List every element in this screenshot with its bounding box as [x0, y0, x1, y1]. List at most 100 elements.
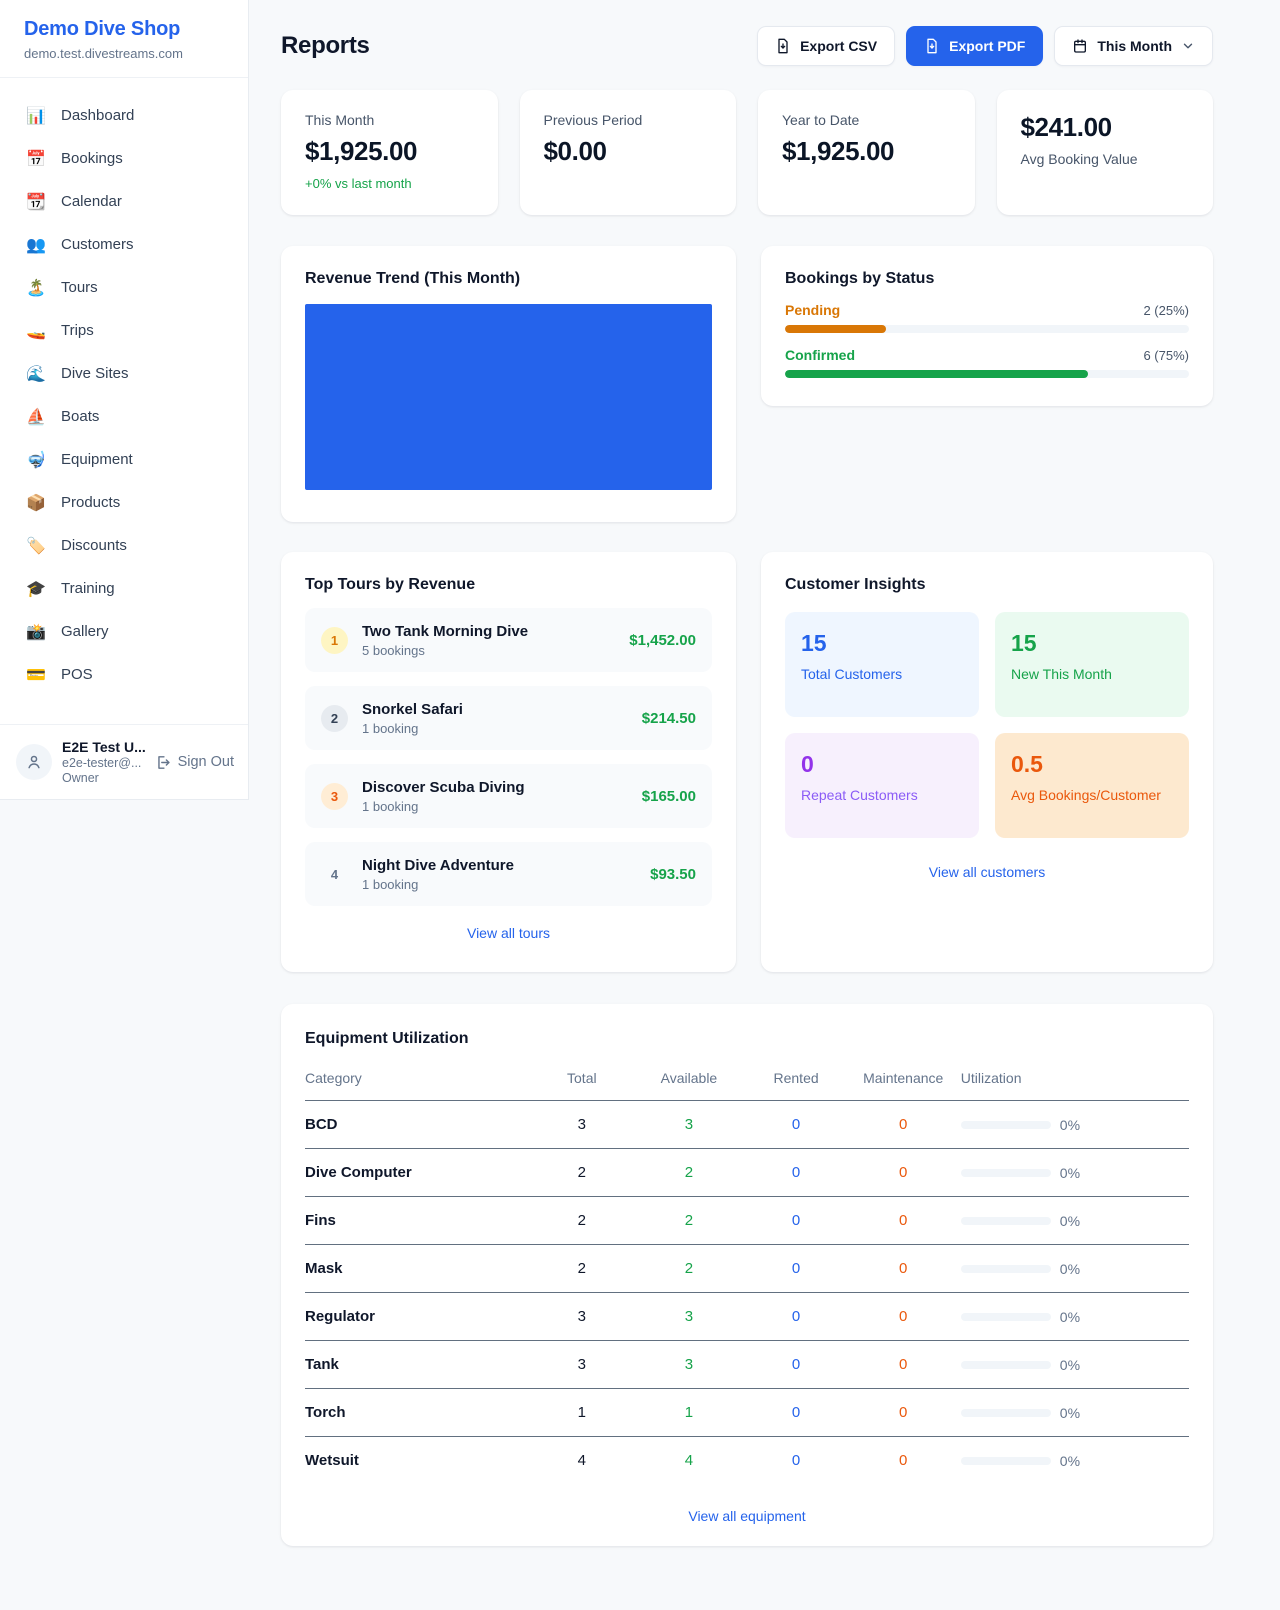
insights-tiles: 15 Total Customers 15 New This Month 0 R… [785, 612, 1189, 838]
cell-maintenance: 0 [850, 1389, 957, 1437]
column-header-maintenance: Maintenance [850, 1062, 957, 1101]
stat-label: Previous Period [544, 112, 713, 128]
cell-utilization: 0% [957, 1341, 1189, 1389]
status-bar-track [785, 370, 1189, 378]
tours-insights-row: Top Tours by Revenue 1 Two Tank Morning … [281, 552, 1213, 972]
utilization-bar [961, 1217, 1051, 1225]
stat-card-this-month: This Month $1,925.00 +0% vs last month [281, 90, 498, 215]
cell-category: BCD [305, 1101, 528, 1149]
sidebar-item-label: Gallery [61, 623, 109, 640]
cell-utilization: 0% [957, 1389, 1189, 1437]
table-row: Wetsuit 4 4 0 0 0% [305, 1437, 1189, 1485]
sidebar-item-gallery[interactable]: 📸 Gallery [0, 610, 248, 653]
column-header-category: Category [305, 1062, 528, 1101]
bookings-by-status-card: Bookings by Status Pending 2 (25%) Confi… [761, 246, 1213, 406]
user-email: e2e-tester@... [62, 756, 144, 770]
utilization-bar [961, 1265, 1051, 1273]
people-icon: 👥 [26, 235, 46, 255]
tile-label: New This Month [1011, 666, 1173, 682]
sidebar-item-discounts[interactable]: 🏷️ Discounts [0, 524, 248, 567]
table-row: Regulator 3 3 0 0 0% [305, 1293, 1189, 1341]
speedboat-icon: 🚤 [26, 321, 46, 341]
utilization-percent: 0% [1060, 1357, 1080, 1373]
view-all-equipment-link[interactable]: View all equipment [305, 1508, 1189, 1524]
tile-value: 15 [801, 630, 963, 657]
person-icon [25, 753, 43, 771]
sidebar-item-bookings[interactable]: 📅 Bookings [0, 137, 248, 180]
stat-value: $1,925.00 [305, 136, 474, 167]
sidebar-item-equipment[interactable]: 🤿 Equipment [0, 438, 248, 481]
table-row: Tank 3 3 0 0 0% [305, 1341, 1189, 1389]
shop-domain: demo.test.divestreams.com [24, 46, 224, 61]
sidebar-item-customers[interactable]: 👥 Customers [0, 223, 248, 266]
tile-avg-bookings-customer: 0.5 Avg Bookings/Customer [995, 733, 1189, 838]
view-all-tours-link[interactable]: View all tours [305, 925, 712, 941]
column-header-rented: Rented [743, 1062, 850, 1101]
export-pdf-button[interactable]: Export PDF [906, 26, 1043, 66]
cell-available: 3 [635, 1293, 742, 1341]
customer-insights-title: Customer Insights [785, 576, 1189, 594]
cell-category: Dive Computer [305, 1149, 528, 1197]
sidebar-item-products[interactable]: 📦 Products [0, 481, 248, 524]
export-csv-button[interactable]: Export CSV [757, 26, 895, 66]
equipment-utilization-title: Equipment Utilization [305, 1030, 1189, 1048]
tour-bookings: 5 bookings [362, 643, 528, 658]
wave-icon: 🌊 [26, 364, 46, 384]
cell-available: 2 [635, 1197, 742, 1245]
view-all-customers-link[interactable]: View all customers [785, 864, 1189, 880]
sidebar-item-boats[interactable]: ⛵ Boats [0, 395, 248, 438]
sidebar-item-calendar[interactable]: 📆 Calendar [0, 180, 248, 223]
cell-available: 2 [635, 1245, 742, 1293]
table-row: Mask 2 2 0 0 0% [305, 1245, 1189, 1293]
tour-list-item: 3 Discover Scuba Diving 1 booking $165.0… [305, 764, 712, 828]
cell-rented: 0 [743, 1389, 850, 1437]
sidebar-item-label: Boats [61, 408, 99, 425]
sign-out-button[interactable]: Sign Out [154, 754, 234, 771]
charts-row: Revenue Trend (This Month) Bookings by S… [281, 246, 1213, 522]
rank-badge: 4 [321, 861, 348, 888]
tour-list-item: 4 Night Dive Adventure 1 booking $93.50 [305, 842, 712, 906]
diving-mask-icon: 🤿 [26, 450, 46, 470]
utilization-bar [961, 1313, 1051, 1321]
status-label: Confirmed [785, 347, 855, 363]
sidebar-item-label: Discounts [61, 537, 127, 554]
revenue-trend-card: Revenue Trend (This Month) [281, 246, 736, 522]
cell-total: 4 [528, 1437, 635, 1485]
cell-total: 2 [528, 1245, 635, 1293]
status-count: 6 (75%) [1143, 348, 1189, 363]
stat-delta: +0% vs last month [305, 176, 474, 191]
stat-value: $241.00 [1021, 112, 1190, 143]
calendar-date-icon: 📅 [26, 149, 46, 169]
sidebar-item-dive-sites[interactable]: 🌊 Dive Sites [0, 352, 248, 395]
top-tours-card: Top Tours by Revenue 1 Two Tank Morning … [281, 552, 736, 972]
sidebar-nav: 📊 Dashboard 📅 Bookings 📆 Calendar 👥 Cust… [0, 78, 248, 696]
package-icon: 📦 [26, 493, 46, 513]
customer-insights-card: Customer Insights 15 Total Customers 15 … [761, 552, 1213, 972]
user-role: Owner [62, 771, 144, 785]
sidebar-item-trips[interactable]: 🚤 Trips [0, 309, 248, 352]
table-row: BCD 3 3 0 0 0% [305, 1101, 1189, 1149]
stat-label: Year to Date [782, 112, 951, 128]
page-title: Reports [281, 32, 370, 60]
sidebar-item-label: Products [61, 494, 120, 511]
header-actions: Export CSV Export PDF This Month [757, 26, 1213, 66]
utilization-bar [961, 1457, 1051, 1465]
cell-utilization: 0% [957, 1245, 1189, 1293]
status-bar-track [785, 325, 1189, 333]
cell-maintenance: 0 [850, 1437, 957, 1485]
tile-label: Repeat Customers [801, 787, 963, 803]
period-dropdown[interactable]: This Month [1054, 26, 1213, 66]
sidebar-item-label: Trips [61, 322, 94, 339]
sidebar-item-pos[interactable]: 💳 POS [0, 653, 248, 696]
cell-utilization: 0% [957, 1293, 1189, 1341]
sidebar-item-dashboard[interactable]: 📊 Dashboard [0, 94, 248, 137]
stat-card-avg-booking-value: $241.00 Avg Booking Value [997, 90, 1214, 215]
sidebar-item-label: Equipment [61, 451, 133, 468]
sidebar-item-training[interactable]: 🎓 Training [0, 567, 248, 610]
sidebar-item-tours[interactable]: 🏝️ Tours [0, 266, 248, 309]
bar-chart-icon: 📊 [26, 106, 46, 126]
cell-total: 3 [528, 1293, 635, 1341]
column-header-utilization: Utilization [957, 1062, 1189, 1101]
stat-label: This Month [305, 112, 474, 128]
cell-utilization: 0% [957, 1149, 1189, 1197]
